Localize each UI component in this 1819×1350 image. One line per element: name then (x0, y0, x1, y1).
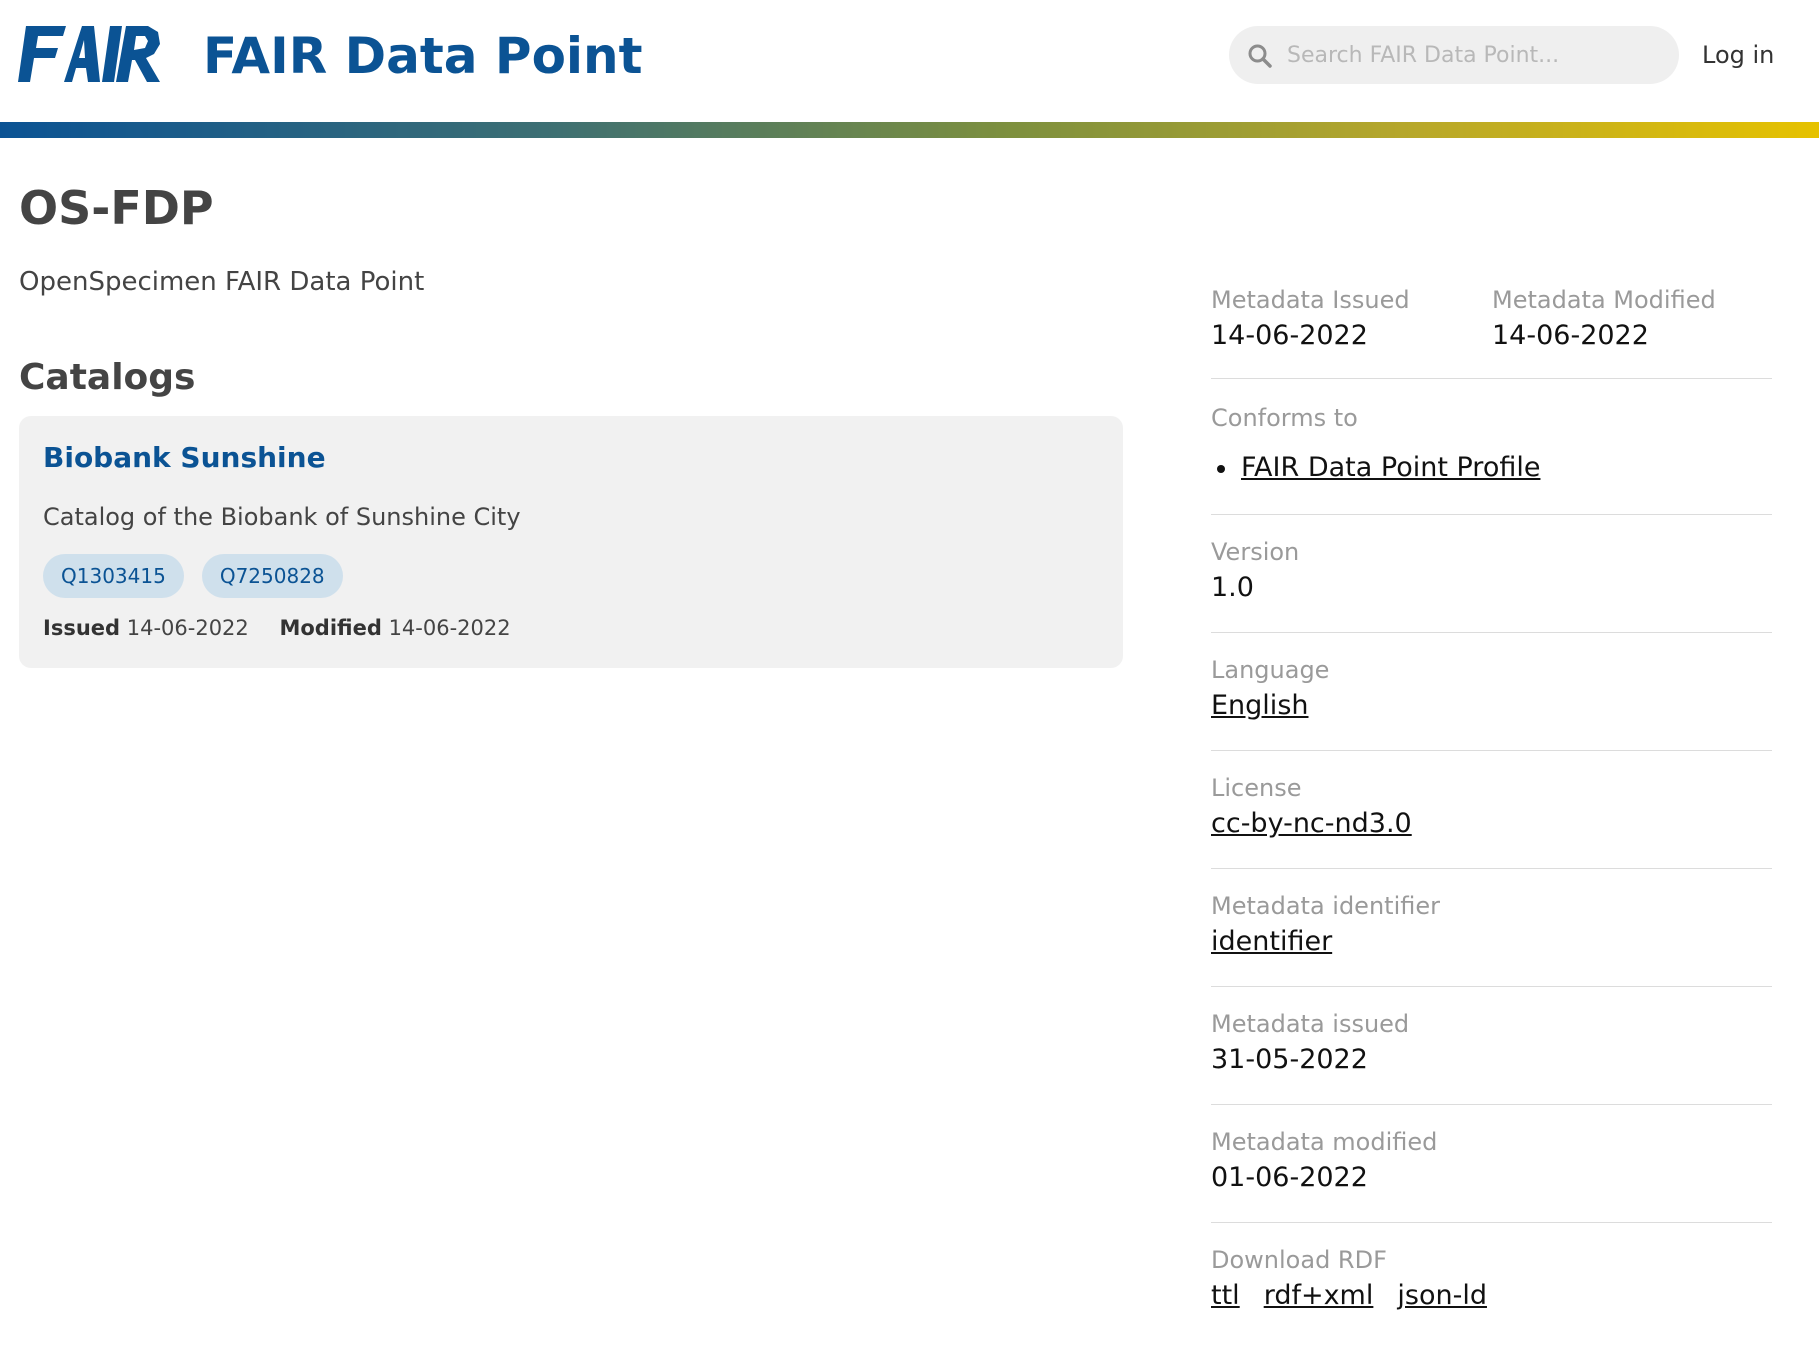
modified-value: 01-06-2022 (1211, 1162, 1368, 1193)
login-link[interactable]: Log in (1702, 38, 1774, 72)
app-title[interactable]: FAIR Data Point (203, 24, 643, 88)
metadata-dates-row: Metadata Issued 14-06-2022 Metadata Modi… (1211, 280, 1772, 379)
catalog-tag[interactable]: Q7250828 (201, 554, 343, 598)
issued-label: Metadata issued (1211, 1010, 1410, 1038)
search-icon (1248, 44, 1272, 68)
catalogs-heading: Catalogs (19, 357, 196, 398)
modified-row: Metadata modified 01-06-2022 (1211, 1104, 1772, 1223)
metadata-modified-label: Metadata Modified (1492, 286, 1716, 314)
download-ttl-link[interactable]: ttl (1211, 1278, 1240, 1314)
metadata-issued-value: 14-06-2022 (1211, 320, 1368, 351)
catalog-description: Catalog of the Biobank of Sunshine City (43, 503, 521, 531)
language-link[interactable]: English (1211, 690, 1309, 721)
download-rdf-label: Download RDF (1211, 1246, 1387, 1274)
identifier-label: Metadata identifier (1211, 892, 1440, 920)
license-label: License (1211, 774, 1302, 802)
search-input[interactable] (1287, 26, 1657, 84)
license-link[interactable]: cc-by-nc-nd3.0 (1211, 808, 1412, 839)
conforms-to-row: Conforms to FAIR Data Point Profile (1211, 378, 1772, 515)
license-row: License cc-by-nc-nd3.0 (1211, 750, 1772, 869)
catalog-tag[interactable]: Q1303415 (43, 554, 184, 598)
catalog-modified-label: Modified (279, 616, 382, 640)
catalog-dates: Issued 14-06-2022 Modified 14-06-2022 (43, 612, 511, 644)
metadata-modified-value: 14-06-2022 (1492, 320, 1649, 351)
fair-logo[interactable] (18, 26, 166, 82)
download-rdfxml-link[interactable]: rdf+xml (1264, 1278, 1374, 1314)
header-gradient-bar (0, 122, 1819, 138)
version-label: Version (1211, 538, 1300, 566)
page-description: OpenSpecimen FAIR Data Point (19, 267, 425, 297)
download-rdf-links: ttl rdf+xml json-ld (1211, 1278, 1487, 1314)
top-bar: FAIR Data Point Log in (0, 0, 1819, 122)
search-box[interactable] (1229, 26, 1679, 84)
catalog-modified-date: 14-06-2022 (388, 616, 511, 640)
modified-label: Metadata modified (1211, 1128, 1438, 1156)
download-rdf-row: Download RDF ttl rdf+xml json-ld (1211, 1222, 1772, 1332)
version-row: Version 1.0 (1211, 514, 1772, 633)
language-row: Language English (1211, 632, 1772, 751)
conforms-to-label: Conforms to (1211, 404, 1358, 432)
issued-value: 31-05-2022 (1211, 1044, 1368, 1075)
version-value: 1.0 (1211, 572, 1254, 603)
bullet-dot (1217, 465, 1225, 473)
conforms-to-link[interactable]: FAIR Data Point Profile (1241, 452, 1540, 483)
metadata-issued-label: Metadata Issued (1211, 286, 1410, 314)
download-jsonld-link[interactable]: json-ld (1397, 1278, 1487, 1314)
catalog-issued-label: Issued (43, 616, 121, 640)
identifier-row: Metadata identifier identifier (1211, 868, 1772, 987)
catalog-card: Biobank Sunshine Catalog of the Biobank … (19, 416, 1123, 668)
language-label: Language (1211, 656, 1330, 684)
identifier-link[interactable]: identifier (1211, 926, 1332, 957)
catalog-tags: Q1303415 Q7250828 (43, 554, 343, 598)
page-title: OS-FDP (19, 181, 214, 235)
catalog-issued-date: 14-06-2022 (126, 616, 249, 640)
issued-row: Metadata issued 31-05-2022 (1211, 986, 1772, 1105)
catalog-title-link[interactable]: Biobank Sunshine (43, 438, 326, 478)
